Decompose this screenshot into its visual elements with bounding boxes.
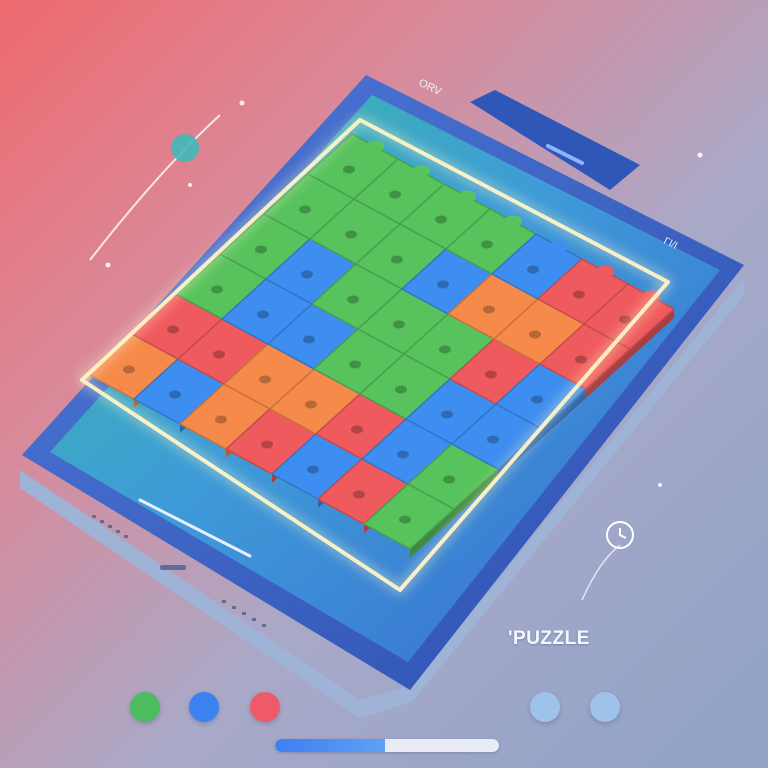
puzzle-piece-socket <box>487 435 499 444</box>
puzzle-piece-tab <box>412 165 430 178</box>
puzzle-piece-socket <box>349 360 361 369</box>
blue-dot[interactable] <box>189 692 219 722</box>
puzzle-piece-socket <box>439 345 451 354</box>
puzzle-piece-socket <box>395 385 407 394</box>
puzzle-piece-socket <box>529 330 541 339</box>
puzzle-piece-tab <box>366 140 384 153</box>
puzzle-piece-socket <box>351 425 363 434</box>
puzzle-piece-socket <box>343 165 355 174</box>
caption-title: 'PUZZLE <box>508 628 590 649</box>
puzzle-piece-socket <box>485 370 497 379</box>
puzzle-piece-socket <box>169 390 181 399</box>
teal-orb <box>171 134 199 162</box>
puzzle-piece-tab <box>458 190 476 203</box>
puzzle-piece-socket <box>443 475 455 484</box>
progress-fill <box>275 739 385 752</box>
puzzle-piece-socket <box>259 375 271 384</box>
puzzle-piece-socket <box>301 270 313 279</box>
puzzle-piece-socket <box>397 450 409 459</box>
puzzle-piece-socket <box>307 465 319 474</box>
puzzle-piece-socket <box>483 305 495 314</box>
puzzle-piece-socket <box>575 355 587 364</box>
puzzle-piece-socket <box>211 285 223 294</box>
puzzle-piece-socket <box>215 415 227 424</box>
puzzle-piece-socket <box>437 280 449 289</box>
puzzle-piece-socket <box>393 320 405 329</box>
puzzle-piece-socket <box>305 400 317 409</box>
puzzle-piece-socket <box>619 315 631 324</box>
green-dot[interactable] <box>130 692 160 722</box>
status-bar-label: ORV <box>417 77 444 98</box>
puzzle-piece-socket <box>399 515 411 524</box>
puzzle-piece-socket <box>347 295 359 304</box>
puzzle-piece-socket <box>573 290 585 299</box>
clock-icon[interactable] <box>606 521 634 549</box>
decor-line <box>581 544 621 601</box>
tablet-device: ORV ΓΙ/Ι <box>20 75 744 718</box>
puzzle-piece-socket <box>391 255 403 264</box>
light-blue-dot-2[interactable] <box>590 692 620 722</box>
puzzle-piece-socket <box>435 215 447 224</box>
red-dot[interactable] <box>250 692 280 722</box>
puzzle-piece-socket <box>481 240 493 249</box>
puzzle-piece-tab <box>550 240 568 253</box>
puzzle-piece-socket <box>123 365 135 374</box>
puzzle-piece-socket <box>441 410 453 419</box>
decor-arc <box>89 114 221 261</box>
puzzle-piece-socket <box>257 310 269 319</box>
scene: ORV ΓΙ/Ι <box>20 75 744 718</box>
puzzle-piece-socket <box>389 190 401 199</box>
puzzle-piece-tab <box>596 265 614 278</box>
puzzle-piece-socket <box>353 490 365 499</box>
progress-bar[interactable] <box>275 739 499 752</box>
puzzle-piece-socket <box>261 440 273 449</box>
puzzle-piece-socket <box>345 230 357 239</box>
puzzle-piece-socket <box>255 245 267 254</box>
puzzle-piece-socket <box>213 350 225 359</box>
puzzle-piece-socket <box>303 335 315 344</box>
puzzle-piece-socket <box>527 265 539 274</box>
puzzle-piece-socket <box>299 205 311 214</box>
puzzle-piece-socket <box>531 395 543 404</box>
puzzle-piece-tab <box>504 215 522 228</box>
light-blue-dot-1[interactable] <box>530 692 560 722</box>
puzzle-piece-socket <box>167 325 179 334</box>
